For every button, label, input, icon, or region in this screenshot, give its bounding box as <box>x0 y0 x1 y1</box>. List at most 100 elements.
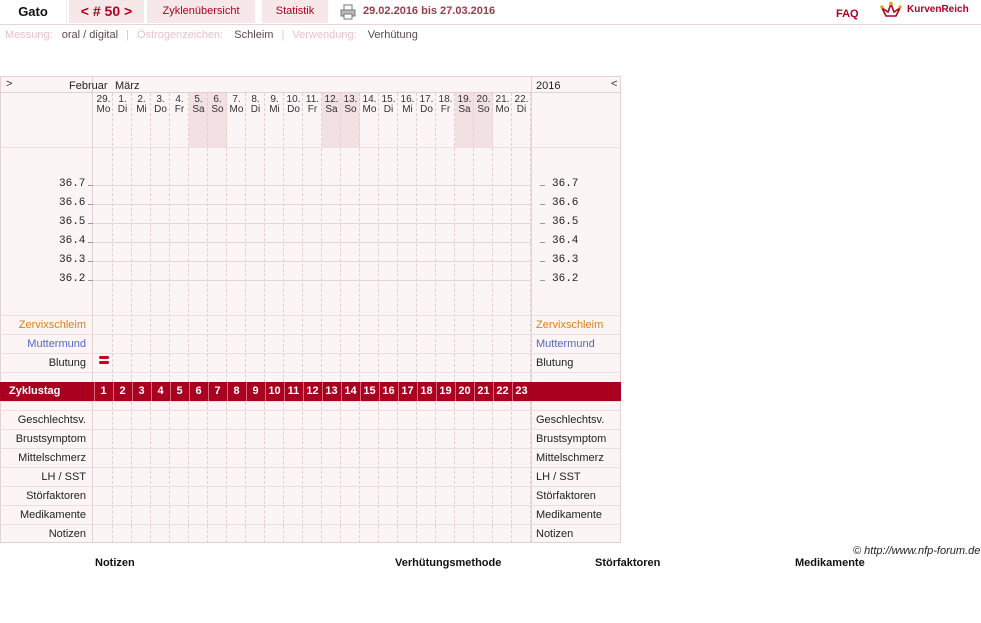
day-weekday: So <box>477 104 490 115</box>
cycle-day-cell[interactable]: 15 <box>360 382 378 401</box>
symptom-row-label: Brustsymptom <box>15 433 86 445</box>
bleeding-mark[interactable] <box>99 361 109 364</box>
temperature-gridline <box>93 280 531 281</box>
footer-disturbances: Störfaktoren <box>595 557 661 569</box>
day-gridline <box>226 402 227 543</box>
day-header: 29. Mo <box>94 95 113 115</box>
cycle-day-cell[interactable]: 18 <box>417 382 435 401</box>
temperature-tick <box>88 185 93 186</box>
day-gridline <box>112 402 113 543</box>
day-gridline <box>321 93 322 382</box>
day-weekday: Mo <box>96 104 111 115</box>
day-weekday: Mi <box>402 104 413 115</box>
day-header: 15. Di <box>379 95 398 115</box>
cycle-day-cell[interactable]: 2 <box>113 382 131 401</box>
day-gridline <box>511 93 512 382</box>
day-weekday: Sa <box>458 104 471 115</box>
nav-next-arrow[interactable]: < <box>611 78 617 90</box>
symptom-row-label: Mittelschmerz <box>18 452 86 464</box>
temperature-label-right: 36.4 <box>552 235 579 247</box>
symptom-row-label-right: Mittelschmerz <box>536 452 604 464</box>
user-name: Gato <box>0 0 67 23</box>
usage-value: Verhütung <box>367 29 418 41</box>
day-header: 20. So <box>474 95 493 115</box>
zervixschleim-label: Zervixschleim <box>18 319 86 331</box>
day-gridline <box>359 402 360 543</box>
temperature-tick <box>88 204 93 205</box>
temperature-label: 36.4 <box>59 235 86 247</box>
cycle-day-cell[interactable]: 11 <box>284 382 302 401</box>
cycle-day-cell[interactable]: 10 <box>265 382 283 401</box>
cycle-day-cell[interactable]: 1 <box>94 382 112 401</box>
temperature-label-right: 36.5 <box>552 216 579 228</box>
cycle-day-cell[interactable]: 3 <box>132 382 150 401</box>
row-divider <box>0 353 621 354</box>
day-gridline <box>435 402 436 543</box>
cycle-day-cell[interactable]: 19 <box>436 382 454 401</box>
day-weekday: Do <box>420 104 433 115</box>
cycle-day-cell[interactable]: 17 <box>398 382 416 401</box>
usage-label: Verwendung: <box>292 29 357 41</box>
cycle-selector[interactable]: < # 50 > <box>69 0 144 23</box>
separator: | <box>281 29 285 41</box>
cycle-info: Messung: oral / digital | Östrogenzeiche… <box>5 29 418 41</box>
day-gridline <box>188 402 189 543</box>
day-gridline <box>397 402 398 543</box>
cycle-day-cell[interactable]: 12 <box>303 382 321 401</box>
day-gridline <box>131 402 132 543</box>
cycle-day-cell[interactable]: 8 <box>227 382 245 401</box>
temperature-label: 36.3 <box>59 254 86 266</box>
crown-logo-icon[interactable] <box>880 1 902 21</box>
symptom-row-label-right: Störfaktoren <box>536 490 596 502</box>
day-gridline <box>378 402 379 543</box>
day-gridline <box>454 402 455 543</box>
day-header: 7. Mo <box>227 95 246 115</box>
day-header: 19. Sa <box>455 95 474 115</box>
row-divider <box>0 410 621 411</box>
day-gridline <box>473 93 474 382</box>
temperature-gridline <box>93 242 531 243</box>
estrogen-value: Schleim <box>234 29 274 41</box>
muttermund-label: Muttermund <box>27 338 86 350</box>
temperature-tick <box>88 280 93 281</box>
logo-text[interactable]: KurvenReich <box>907 0 969 20</box>
day-gridline <box>492 93 493 382</box>
zervixschleim-label-right: Zervixschleim <box>536 319 604 331</box>
day-weekday: Do <box>287 104 300 115</box>
faq-link[interactable]: FAQ <box>836 3 859 26</box>
bleeding-mark[interactable] <box>99 356 109 359</box>
day-header: 2. Mi <box>132 95 151 115</box>
cycle-day-cell[interactable]: 16 <box>379 382 397 401</box>
cycle-day-cell[interactable]: 4 <box>151 382 169 401</box>
day-header: 8. Di <box>246 95 265 115</box>
temperature-tick <box>88 223 93 224</box>
day-gridline <box>492 402 493 543</box>
cycle-day-cell[interactable]: 20 <box>455 382 473 401</box>
day-weekday: Di <box>250 104 261 115</box>
day-weekday: Di <box>383 104 394 115</box>
day-gridline <box>169 93 170 382</box>
day-weekday: Fr <box>307 104 318 115</box>
cycle-day-cell[interactable]: 5 <box>170 382 188 401</box>
cycle-day-cell[interactable]: 21 <box>474 382 492 401</box>
day-weekday: Mo <box>362 104 377 115</box>
tab-cycle-overview[interactable]: Zyklenübersicht <box>147 0 255 23</box>
cycle-day-cell[interactable]: 22 <box>493 382 511 401</box>
cycle-day-cell[interactable]: 6 <box>189 382 207 401</box>
muttermund-label-right: Muttermund <box>536 338 595 350</box>
estrogen-label: Östrogenzeichen: <box>137 29 224 41</box>
nav-previous-arrow[interactable]: > <box>6 78 12 90</box>
tab-statistics[interactable]: Statistik <box>262 0 328 23</box>
day-weekday: Mo <box>495 104 510 115</box>
cycle-day-cell[interactable]: 7 <box>208 382 226 401</box>
cycle-day-cell[interactable]: 9 <box>246 382 264 401</box>
footer-notes: Notizen <box>95 557 135 569</box>
temperature-tick <box>540 223 545 224</box>
day-weekday: Fr <box>174 104 185 115</box>
cycle-day-cell[interactable]: 13 <box>322 382 340 401</box>
day-gridline <box>340 93 341 382</box>
cycle-day-cell[interactable]: 23 <box>512 382 530 401</box>
cycle-day-cell[interactable]: 14 <box>341 382 359 401</box>
copyright[interactable]: © http://www.nfp-forum.de <box>853 545 980 557</box>
printer-icon[interactable] <box>340 4 356 20</box>
